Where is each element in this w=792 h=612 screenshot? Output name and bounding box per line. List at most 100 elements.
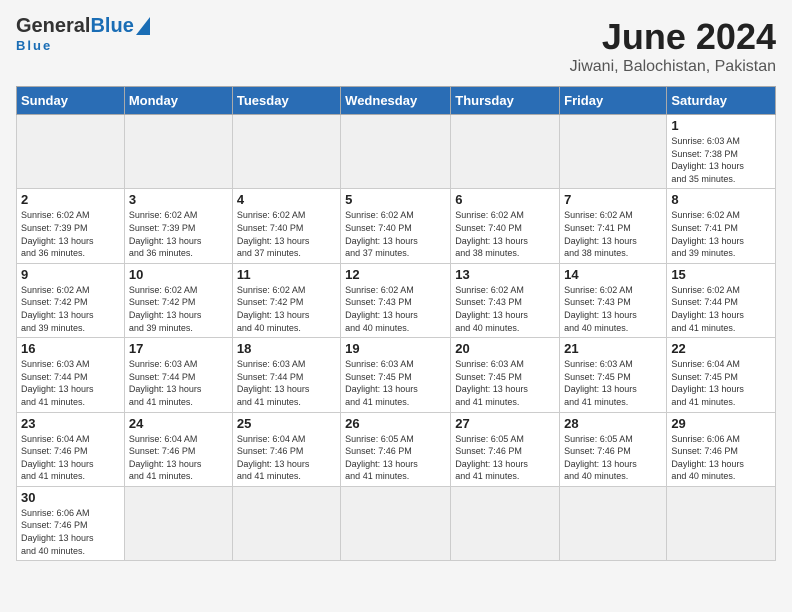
- header: GeneralBlue Blue June 2024 Jiwani, Baloc…: [16, 16, 776, 76]
- calendar-cell: 11Sunrise: 6:02 AM Sunset: 7:42 PM Dayli…: [232, 263, 340, 337]
- calendar-cell: 12Sunrise: 6:02 AM Sunset: 7:43 PM Dayli…: [341, 263, 451, 337]
- day-info: Sunrise: 6:05 AM Sunset: 7:46 PM Dayligh…: [345, 433, 446, 483]
- day-number: 13: [455, 267, 555, 282]
- logo-area: GeneralBlue Blue: [16, 16, 150, 53]
- calendar-cell: 25 Sunrise: 6:04 AM Sunset: 7:46 PM Dayli…: [232, 412, 340, 486]
- day-number: 30: [21, 490, 120, 505]
- header-friday: Friday: [560, 87, 667, 115]
- day-number: 9: [21, 267, 120, 282]
- day-info: Sunrise: 6:04 AM Sunset: 7:46 PM Dayligh…: [129, 433, 228, 483]
- day-number: 15: [671, 267, 771, 282]
- calendar-cell: 18 Sunrise: 6:03 AM Sunset: 7:44 PM Dayli…: [232, 338, 340, 412]
- day-info: Sunrise: 6:02 AM Sunset: 7:42 PM Dayligh…: [237, 284, 336, 334]
- day-number: 1: [671, 118, 771, 133]
- day-info: Sunrise: 6:02 AM Sunset: 7:43 PM Dayligh…: [455, 284, 555, 334]
- calendar-week-row-0: 1 Sunrise: 6:03 AM Sunset: 7:38 PM Daylig…: [17, 115, 776, 189]
- calendar-week-row-4: 23Sunrise: 6:04 AM Sunset: 7:46 PM Dayli…: [17, 412, 776, 486]
- day-number: 2: [21, 192, 120, 207]
- day-number: 17: [129, 341, 228, 356]
- calendar-cell: 2 Sunrise: 6:02 AM Sunset: 7:39 PM Daylig…: [17, 189, 125, 263]
- day-number: 29: [671, 416, 771, 431]
- logo-text: GeneralBlue: [16, 16, 134, 36]
- calendar-cell: 14 Sunrise: 6:02 AM Sunset: 7:43 PM Dayli…: [560, 263, 667, 337]
- day-info: Sunrise: 6:03 AM Sunset: 7:45 PM Dayligh…: [345, 358, 446, 408]
- calendar-cell: 10 Sunrise: 6:02 AM Sunset: 7:42 PM Dayli…: [124, 263, 232, 337]
- day-info: Sunrise: 6:02 AM Sunset: 7:40 PM Dayligh…: [237, 209, 336, 259]
- day-info: Sunrise: 6:02 AM Sunset: 7:41 PM Dayligh…: [671, 209, 771, 259]
- day-info: Sunrise: 6:04 AM Sunset: 7:46 PM Dayligh…: [21, 433, 120, 483]
- calendar-cell: 24 Sunrise: 6:04 AM Sunset: 7:46 PM Dayli…: [124, 412, 232, 486]
- logo-general: General: [16, 15, 90, 37]
- calendar-table: Sunday Monday Tuesday Wednesday Thursday…: [16, 86, 776, 561]
- calendar-cell: 16 Sunrise: 6:03 AM Sunset: 7:44 PM Dayli…: [17, 338, 125, 412]
- day-number: 10: [129, 267, 228, 282]
- calendar-cell: [560, 115, 667, 189]
- day-info: Sunrise: 6:04 AM Sunset: 7:45 PM Dayligh…: [671, 358, 771, 408]
- calendar-cell: [341, 486, 451, 560]
- day-info: Sunrise: 6:02 AM Sunset: 7:40 PM Dayligh…: [345, 209, 446, 259]
- calendar-week-row-1: 2 Sunrise: 6:02 AM Sunset: 7:39 PM Daylig…: [17, 189, 776, 263]
- day-number: 28: [564, 416, 662, 431]
- title-area: June 2024 Jiwani, Balochistan, Pakistan: [570, 16, 776, 76]
- day-info: Sunrise: 6:02 AM Sunset: 7:39 PM Dayligh…: [21, 209, 120, 259]
- calendar-cell: [232, 486, 340, 560]
- calendar-cell: 20 Sunrise: 6:03 AM Sunset: 7:45 PM Dayli…: [451, 338, 560, 412]
- day-number: 16: [21, 341, 120, 356]
- header-tuesday: Tuesday: [232, 87, 340, 115]
- logo-triangle-icon: [136, 17, 150, 35]
- calendar-cell: [124, 115, 232, 189]
- calendar-cell: [17, 115, 125, 189]
- day-info: Sunrise: 6:05 AM Sunset: 7:46 PM Dayligh…: [455, 433, 555, 483]
- day-number: 20: [455, 341, 555, 356]
- header-thursday: Thursday: [451, 87, 560, 115]
- day-number: 5: [345, 192, 446, 207]
- calendar-cell: 7Sunrise: 6:02 AM Sunset: 7:41 PM Daylig…: [560, 189, 667, 263]
- calendar-cell: 9Sunrise: 6:02 AM Sunset: 7:42 PM Daylig…: [17, 263, 125, 337]
- calendar-cell: 3Sunrise: 6:02 AM Sunset: 7:39 PM Daylig…: [124, 189, 232, 263]
- day-number: 14: [564, 267, 662, 282]
- day-number: 19: [345, 341, 446, 356]
- calendar-cell: [341, 115, 451, 189]
- header-wednesday: Wednesday: [341, 87, 451, 115]
- weekday-header-row: Sunday Monday Tuesday Wednesday Thursday…: [17, 87, 776, 115]
- day-info: Sunrise: 6:03 AM Sunset: 7:45 PM Dayligh…: [455, 358, 555, 408]
- calendar-week-row-2: 9 Sunrise: 6:02 AM Sunset: 7:42 PM Daylig…: [17, 263, 776, 337]
- day-info: Sunrise: 6:02 AM Sunset: 7:44 PM Dayligh…: [671, 284, 771, 334]
- calendar-cell: 23Sunrise: 6:04 AM Sunset: 7:46 PM Dayli…: [17, 412, 125, 486]
- calendar-title: June 2024: [570, 16, 776, 58]
- calendar-week-row-5: 30Sunrise: 6:06 AM Sunset: 7:46 PM Dayli…: [17, 486, 776, 560]
- day-info: Sunrise: 6:03 AM Sunset: 7:44 PM Dayligh…: [21, 358, 120, 408]
- calendar-cell: 1 Sunrise: 6:03 AM Sunset: 7:38 PM Daylig…: [667, 115, 776, 189]
- calendar-subtitle: Jiwani, Balochistan, Pakistan: [570, 58, 776, 76]
- day-info: Sunrise: 6:04 AM Sunset: 7:46 PM Dayligh…: [237, 433, 336, 483]
- calendar-cell: 27 Sunrise: 6:05 AM Sunset: 7:46 PM Dayli…: [451, 412, 560, 486]
- calendar-cell: [451, 115, 560, 189]
- day-number: 3: [129, 192, 228, 207]
- header-monday: Monday: [124, 87, 232, 115]
- day-number: 8: [671, 192, 771, 207]
- calendar-cell: [232, 115, 340, 189]
- day-info: Sunrise: 6:05 AM Sunset: 7:46 PM Dayligh…: [564, 433, 662, 483]
- day-number: 24: [129, 416, 228, 431]
- day-number: 27: [455, 416, 555, 431]
- calendar-cell: 15 Sunrise: 6:02 AM Sunset: 7:44 PM Dayli…: [667, 263, 776, 337]
- calendar-cell: [667, 486, 776, 560]
- day-info: Sunrise: 6:02 AM Sunset: 7:43 PM Dayligh…: [564, 284, 662, 334]
- day-number: 6: [455, 192, 555, 207]
- header-saturday: Saturday: [667, 87, 776, 115]
- day-number: 26: [345, 416, 446, 431]
- day-info: Sunrise: 6:03 AM Sunset: 7:38 PM Dayligh…: [671, 135, 771, 185]
- calendar-cell: 26 Sunrise: 6:05 AM Sunset: 7:46 PM Dayli…: [341, 412, 451, 486]
- calendar-cell: [560, 486, 667, 560]
- day-number: 18: [237, 341, 336, 356]
- calendar-cell: 29 Sunrise: 6:06 AM Sunset: 7:46 PM Dayli…: [667, 412, 776, 486]
- day-info: Sunrise: 6:03 AM Sunset: 7:44 PM Dayligh…: [237, 358, 336, 408]
- day-number: 25: [237, 416, 336, 431]
- day-number: 22: [671, 341, 771, 356]
- header-sunday: Sunday: [17, 87, 125, 115]
- day-number: 7: [564, 192, 662, 207]
- calendar-cell: [451, 486, 560, 560]
- logo-underline: Blue: [16, 38, 52, 53]
- day-info: Sunrise: 6:02 AM Sunset: 7:42 PM Dayligh…: [129, 284, 228, 334]
- day-info: Sunrise: 6:06 AM Sunset: 7:46 PM Dayligh…: [671, 433, 771, 483]
